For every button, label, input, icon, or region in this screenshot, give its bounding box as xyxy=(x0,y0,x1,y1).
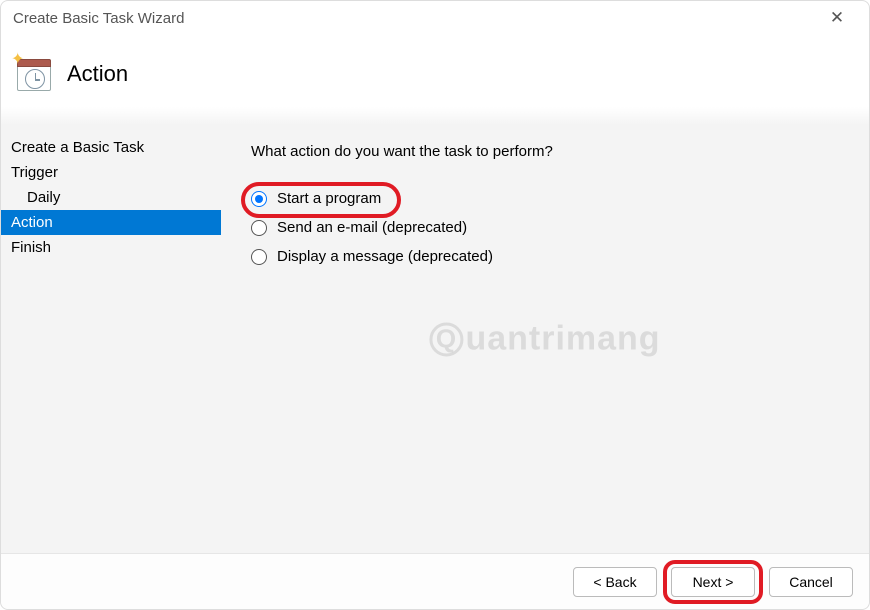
sidebar-item-finish[interactable]: Finish xyxy=(1,235,221,260)
sidebar-item-action[interactable]: Action xyxy=(1,210,221,235)
next-button[interactable]: Next > xyxy=(671,567,755,597)
wizard-header: Action xyxy=(1,35,869,125)
option-label: Start a program xyxy=(277,190,381,207)
radio-send-email[interactable] xyxy=(251,220,267,236)
cancel-button[interactable]: Cancel xyxy=(769,567,853,597)
back-button[interactable]: < Back xyxy=(573,567,657,597)
option-send-email[interactable]: Send an e-mail (deprecated) xyxy=(251,219,839,236)
wizard-body: Create a Basic Task Trigger Daily Action… xyxy=(1,125,869,553)
option-label: Display a message (deprecated) xyxy=(277,248,493,265)
radio-start-a-program[interactable] xyxy=(251,191,267,207)
sidebar-item-trigger[interactable]: Trigger xyxy=(1,160,221,185)
window-title: Create Basic Task Wizard xyxy=(13,10,817,27)
radio-display-message[interactable] xyxy=(251,249,267,265)
wizard-footer: < Back Next > Cancel xyxy=(1,553,869,609)
sidebar-item-create-basic-task[interactable]: Create a Basic Task xyxy=(1,135,221,160)
option-label: Send an e-mail (deprecated) xyxy=(277,219,467,236)
page-title: Action xyxy=(67,61,128,87)
action-prompt: What action do you want the task to perf… xyxy=(251,143,839,160)
wizard-main: What action do you want the task to perf… xyxy=(221,125,869,553)
wizard-steps-sidebar: Create a Basic Task Trigger Daily Action… xyxy=(1,125,221,553)
close-icon[interactable]: ✕ xyxy=(817,8,857,28)
sidebar-item-daily[interactable]: Daily xyxy=(1,185,221,210)
wizard-window: Create Basic Task Wizard ✕ Action Create… xyxy=(0,0,870,610)
option-start-a-program[interactable]: Start a program xyxy=(251,190,839,207)
titlebar: Create Basic Task Wizard ✕ xyxy=(1,1,869,35)
task-scheduler-icon xyxy=(13,53,53,93)
watermark: Quantrimang xyxy=(429,320,660,359)
option-display-message[interactable]: Display a message (deprecated) xyxy=(251,248,839,265)
